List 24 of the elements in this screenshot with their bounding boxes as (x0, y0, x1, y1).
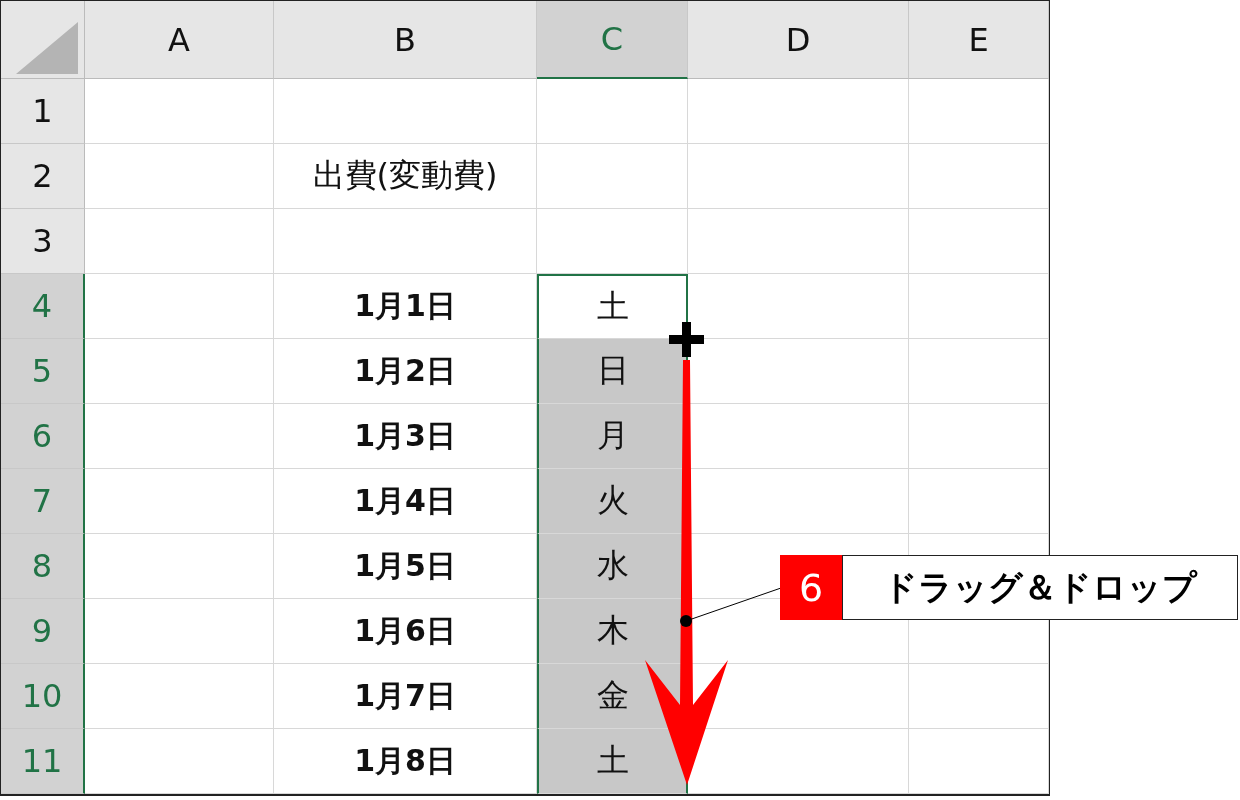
row-header[interactable]: 5 (1, 339, 85, 404)
fill-preview-cell: 土 (537, 729, 688, 794)
row-header[interactable]: 9 (1, 599, 85, 664)
crosshair-cursor-icon (669, 322, 704, 357)
column-header[interactable]: D (688, 1, 909, 79)
row-header[interactable]: 8 (1, 534, 85, 599)
row-header[interactable]: 10 (1, 664, 85, 729)
row-header[interactable]: 1 (1, 79, 85, 144)
select-all-triangle-icon[interactable] (16, 22, 78, 74)
row-header[interactable]: 4 (1, 274, 85, 339)
step-number-badge: 6 (780, 555, 842, 620)
column-header[interactable]: B (274, 1, 537, 79)
row-header[interactable]: 6 (1, 404, 85, 469)
callout-label: ドラッグ＆ドロップ (842, 555, 1238, 620)
row-header[interactable]: 7 (1, 469, 85, 534)
row-header[interactable]: 2 (1, 144, 85, 209)
fill-preview-cell: 日 (537, 339, 688, 404)
row-header[interactable]: 3 (1, 209, 85, 274)
column-header[interactable]: E (909, 1, 1049, 79)
row-header[interactable]: 11 (1, 729, 85, 794)
column-header[interactable]: A (85, 1, 274, 79)
table-cell: 出費(変動費) (274, 144, 537, 209)
column-header[interactable]: C (537, 1, 688, 79)
active-cell: 土 (537, 274, 688, 339)
